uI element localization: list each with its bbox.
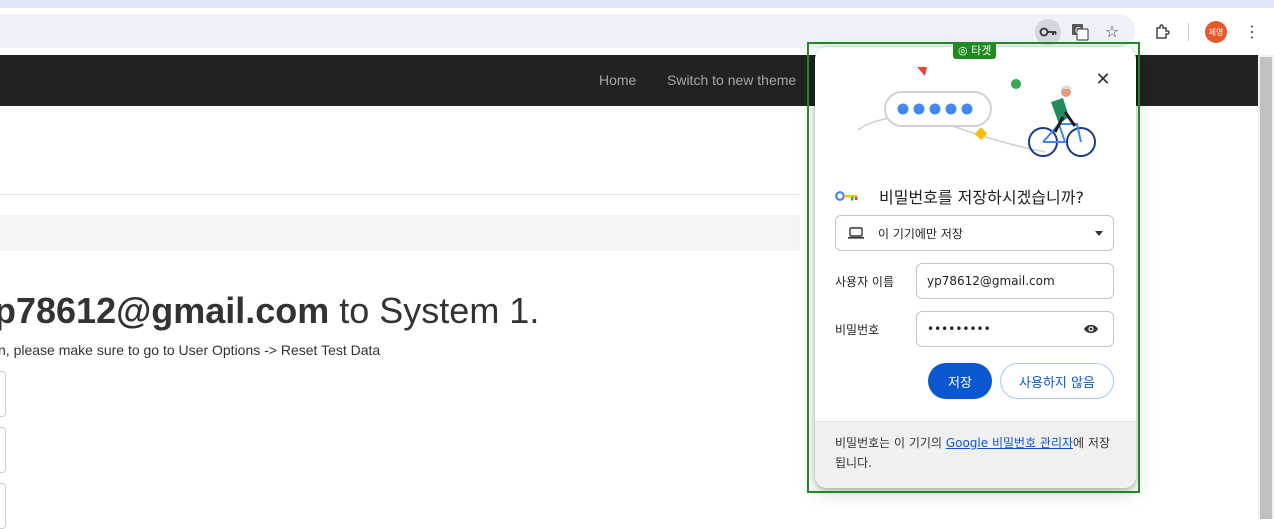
dialog-title: 비밀번호를 저장하시겠습니까? xyxy=(879,188,1084,207)
profile-avatar[interactable]: 제영 xyxy=(1205,21,1227,43)
footer-prefix: 비밀번호는 이 기기의 xyxy=(835,436,946,450)
heading-suffix: to System 1. xyxy=(329,290,540,331)
username-value: yp78612@gmail.com xyxy=(927,274,1055,288)
laptop-icon xyxy=(848,227,864,239)
star-icon[interactable]: ☆ xyxy=(1102,22,1122,42)
form-field[interactable] xyxy=(0,483,6,529)
cyclist-illustration xyxy=(857,67,1096,157)
more-vert-icon[interactable]: ⋮ xyxy=(1242,22,1262,42)
save-location-select[interactable]: 이 기기에만 저장 xyxy=(835,215,1114,251)
username-label: 사용자 이름 xyxy=(835,275,895,289)
footer-text: 비밀번호는 이 기기의 Google 비밀번호 관리자에 저장됩니다. xyxy=(835,433,1110,473)
dialog-footer: 비밀번호는 이 기기의 Google 비밀번호 관리자에 저장됩니다. xyxy=(815,421,1136,488)
save-location-value: 이 기기에만 저장 xyxy=(878,226,963,241)
never-button[interactable]: 사용하지 않음 xyxy=(1000,363,1114,399)
password-key-icon[interactable] xyxy=(1035,19,1061,45)
scrollbar-thumb[interactable] xyxy=(1260,57,1272,519)
show-password-eye-icon[interactable] xyxy=(1083,323,1099,335)
username-field[interactable]: yp78612@gmail.com xyxy=(916,263,1114,299)
form-field[interactable] xyxy=(0,427,6,473)
page-subtext: n, please make sure to go to User Option… xyxy=(0,342,381,358)
password-field[interactable]: ••••••••• xyxy=(916,311,1114,347)
page-divider xyxy=(0,194,800,195)
dialog-title-row: 비밀번호를 저장하시겠습니까? xyxy=(835,185,1084,207)
password-manager-link[interactable]: Google 비밀번호 관리자 xyxy=(946,436,1073,450)
nav-switch-theme-link[interactable]: Switch to new theme xyxy=(667,72,796,88)
extensions-icon[interactable] xyxy=(1152,22,1172,42)
heading-email: p78612@gmail.com xyxy=(0,290,330,331)
page-heading: p78612@gmail.com to System 1. xyxy=(0,290,539,332)
target-tag: ◎ 타겟 xyxy=(953,42,997,59)
translate-icon[interactable]: G xyxy=(1070,22,1090,42)
tab-strip xyxy=(0,0,1274,8)
close-icon[interactable]: ✕ xyxy=(1093,69,1113,89)
nav-home-link[interactable]: Home xyxy=(599,72,636,88)
toolbar-divider xyxy=(1188,23,1189,41)
svg-text:G: G xyxy=(1075,26,1081,35)
google-key-icon xyxy=(835,191,858,201)
password-value: ••••••••• xyxy=(927,322,991,336)
save-button[interactable]: 저장 xyxy=(928,363,992,399)
dropdown-caret-icon xyxy=(1095,231,1103,236)
save-password-dialog: ✕ 비밀번호를 저장하시겠습니까? 이 기기에만 저장 사용자 이름 yp786… xyxy=(815,47,1136,488)
password-label: 비밀번호 xyxy=(835,323,880,337)
breadcrumb-bar xyxy=(0,215,800,251)
page-scrollbar[interactable] xyxy=(1258,55,1274,519)
form-field[interactable] xyxy=(0,371,6,417)
